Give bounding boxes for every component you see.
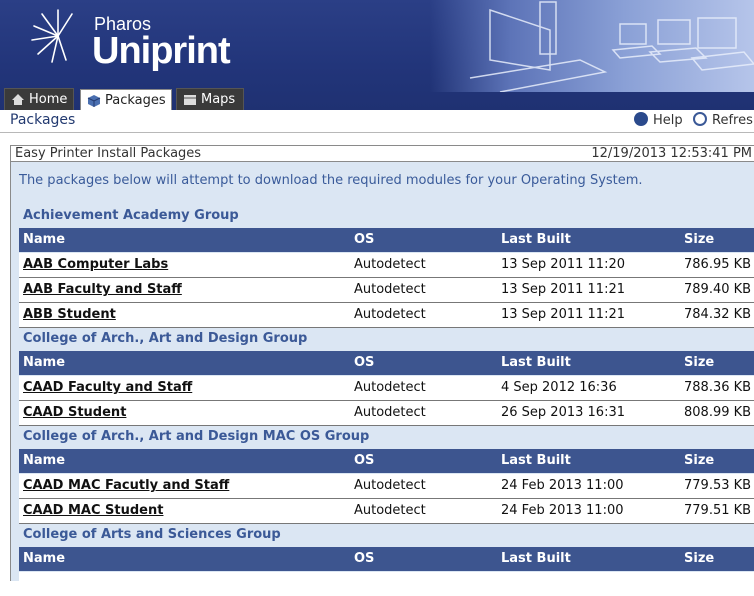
package-size: 779.53 KB bbox=[684, 478, 752, 493]
package-built: 24 Feb 2013 11:00 bbox=[501, 503, 624, 518]
tab-bar: Home Packages Maps bbox=[0, 88, 754, 110]
table-row: AAB Computer Labs Autodetect 13 Sep 2011… bbox=[19, 253, 754, 278]
package-built: 24 Feb 2013 11:00 bbox=[501, 478, 624, 493]
col-size-header: Size bbox=[684, 232, 715, 247]
map-icon bbox=[184, 95, 196, 105]
table-row: CAAD MAC Facutly and Staff Autodetect 24… bbox=[19, 474, 754, 499]
info-icon bbox=[634, 112, 648, 126]
package-os: Autodetect bbox=[354, 380, 426, 395]
package-size: 784.32 KB bbox=[684, 307, 752, 322]
help-button[interactable]: Help bbox=[634, 112, 683, 128]
package-os: Autodetect bbox=[354, 478, 426, 493]
col-built-header: Last Built bbox=[501, 355, 571, 370]
tab-home[interactable]: Home bbox=[4, 88, 74, 110]
table-row: ABB Student Autodetect 13 Sep 2011 11:21… bbox=[19, 303, 754, 328]
package-os: Autodetect bbox=[354, 282, 426, 297]
col-built-header: Last Built bbox=[501, 551, 571, 566]
tab-maps[interactable]: Maps bbox=[176, 88, 244, 110]
panel-header: Easy Printer Install Packages 12/19/2013… bbox=[10, 145, 754, 162]
package-link[interactable]: CAAD MAC Student bbox=[23, 499, 163, 523]
package-icon bbox=[87, 95, 101, 107]
group-title: College of Arch., Art and Design Group bbox=[23, 331, 308, 346]
table-header: Name OS Last Built Size bbox=[19, 449, 754, 473]
group-title: College of Arch., Art and Design MAC OS … bbox=[23, 429, 370, 444]
package-size: 788.36 KB bbox=[684, 380, 752, 395]
pharos-logo-icon bbox=[31, 9, 73, 63]
col-size-header: Size bbox=[684, 551, 715, 566]
help-label: Help bbox=[653, 113, 683, 128]
home-icon bbox=[12, 94, 24, 105]
package-built: 4 Sep 2012 16:36 bbox=[501, 380, 617, 395]
table-header: Name OS Last Built Size bbox=[19, 351, 754, 375]
col-os-header: OS bbox=[354, 232, 375, 247]
table-header: Name OS Last Built Size bbox=[19, 228, 754, 252]
refresh-button[interactable]: Refres bbox=[693, 112, 753, 128]
page-toolbar: Packages Help Refres bbox=[0, 110, 754, 133]
package-os: Autodetect bbox=[354, 405, 426, 420]
group-title: Achievement Academy Group bbox=[23, 208, 239, 223]
col-size-header: Size bbox=[684, 355, 715, 370]
package-built: 13 Sep 2011 11:20 bbox=[501, 257, 625, 272]
panel-timestamp: 12/19/2013 12:53:41 PM bbox=[591, 146, 752, 161]
panel-title: Easy Printer Install Packages bbox=[15, 146, 202, 161]
logo-product: Uniprint bbox=[92, 30, 231, 72]
package-link[interactable]: CAAD Student bbox=[23, 401, 126, 425]
package-size: 808.99 KB bbox=[684, 405, 752, 420]
col-built-header: Last Built bbox=[501, 232, 571, 247]
refresh-label: Refres bbox=[712, 113, 753, 128]
package-size: 779.51 KB bbox=[684, 503, 752, 518]
col-size-header: Size bbox=[684, 453, 715, 468]
tab-maps-label: Maps bbox=[201, 92, 236, 107]
package-os: Autodetect bbox=[354, 257, 426, 272]
tab-home-label: Home bbox=[29, 92, 68, 107]
col-os-header: OS bbox=[354, 551, 375, 566]
computers-illustration bbox=[469, 1, 754, 92]
package-link[interactable]: CAAD MAC Facutly and Staff bbox=[23, 474, 229, 498]
table-row: AAB Faculty and Staff Autodetect 13 Sep … bbox=[19, 278, 754, 303]
tab-packages[interactable]: Packages bbox=[80, 89, 172, 110]
package-link[interactable]: AAB Computer Labs bbox=[23, 253, 168, 277]
package-link[interactable]: ABB Student bbox=[23, 303, 116, 327]
col-name-header: Name bbox=[23, 453, 66, 468]
intro-text: The packages below will attempt to downl… bbox=[19, 173, 643, 188]
table-row: CAAD Faculty and Staff Autodetect 4 Sep … bbox=[19, 376, 754, 401]
package-size: 789.40 KB bbox=[684, 282, 752, 297]
package-size: 786.95 KB bbox=[684, 257, 752, 272]
package-built: 26 Sep 2013 16:31 bbox=[501, 405, 625, 420]
table-row: CAAD MAC Student Autodetect 24 Feb 2013 … bbox=[19, 499, 754, 524]
col-name-header: Name bbox=[23, 355, 66, 370]
package-built: 13 Sep 2011 11:21 bbox=[501, 307, 625, 322]
table-row: CAAD Student Autodetect 26 Sep 2013 16:3… bbox=[19, 401, 754, 426]
col-os-header: OS bbox=[354, 355, 375, 370]
col-os-header: OS bbox=[354, 453, 375, 468]
table-row-partial bbox=[19, 572, 754, 596]
package-link[interactable]: CAAD Faculty and Staff bbox=[23, 376, 192, 400]
package-link[interactable]: AAB Faculty and Staff bbox=[23, 278, 182, 302]
group-title: College of Arts and Sciences Group bbox=[23, 527, 281, 542]
col-built-header: Last Built bbox=[501, 453, 571, 468]
tab-packages-label: Packages bbox=[105, 93, 166, 108]
package-os: Autodetect bbox=[354, 503, 426, 518]
refresh-icon bbox=[693, 112, 707, 126]
package-built: 13 Sep 2011 11:21 bbox=[501, 282, 625, 297]
package-os: Autodetect bbox=[354, 307, 426, 322]
col-name-header: Name bbox=[23, 232, 66, 247]
page-title: Packages bbox=[10, 112, 76, 128]
col-name-header: Name bbox=[23, 551, 66, 566]
table-header: Name OS Last Built Size bbox=[19, 547, 754, 571]
